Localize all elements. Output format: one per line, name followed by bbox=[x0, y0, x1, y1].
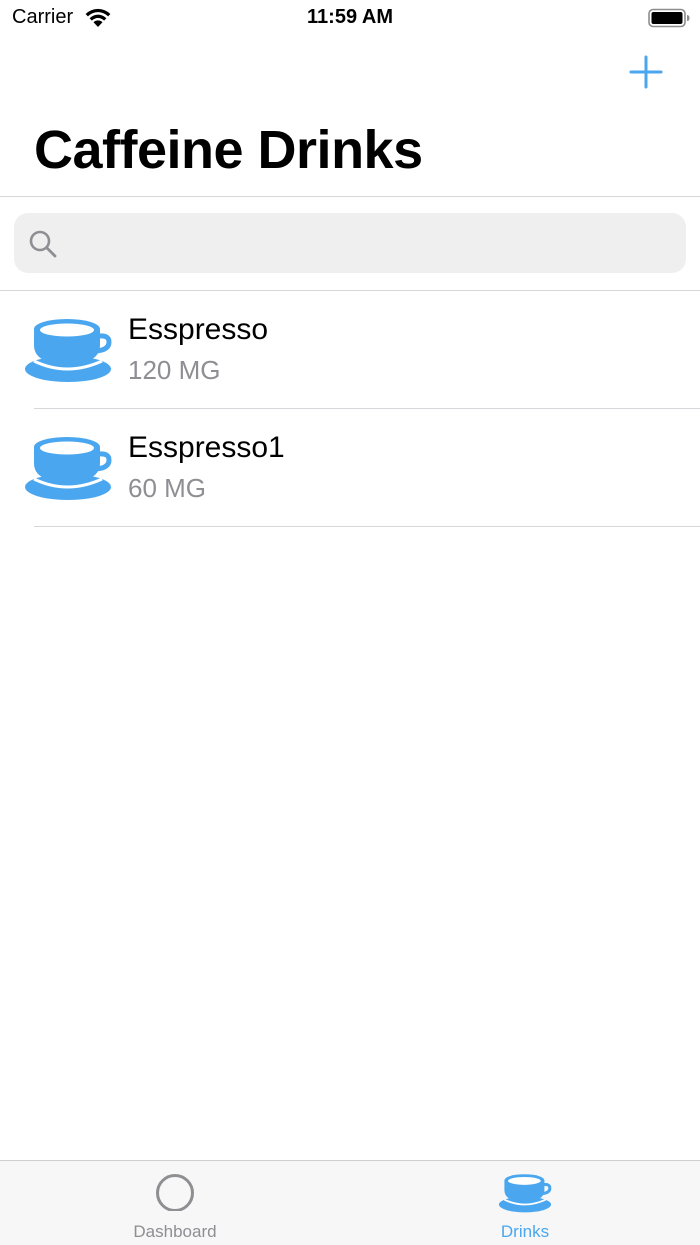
drink-name: Esspresso1 bbox=[128, 431, 285, 464]
header-divider bbox=[0, 196, 700, 197]
drink-name: Esspresso bbox=[128, 313, 269, 346]
tab-label: Drinks bbox=[500, 1222, 550, 1241]
search-bar[interactable] bbox=[14, 213, 686, 273]
tab-dashboard[interactable]: Dashboard bbox=[0, 1161, 350, 1245]
clock: 11:59 AM bbox=[307, 6, 393, 28]
coffee-cup-icon bbox=[25, 319, 112, 382]
row-divider bbox=[34, 526, 700, 527]
search-input[interactable] bbox=[70, 213, 670, 273]
coffee-cup-icon bbox=[25, 437, 112, 500]
circle-icon bbox=[156, 1174, 194, 1211]
plus-icon bbox=[629, 55, 663, 89]
drink-list: Esspresso 120 MG Esspresso1 60 MG bbox=[0, 291, 700, 527]
search-icon bbox=[29, 230, 57, 258]
add-drink-button[interactable] bbox=[620, 48, 672, 96]
drink-amount: 120 MG bbox=[128, 355, 221, 385]
list-item[interactable]: Esspresso1 60 MG bbox=[0, 409, 700, 527]
battery-icon bbox=[648, 8, 690, 28]
tab-drinks[interactable]: Drinks bbox=[350, 1161, 700, 1245]
tab-label: Dashboard bbox=[133, 1222, 217, 1241]
status-bar: Carrier 11:59 AM bbox=[0, 0, 700, 40]
tab-bar: Dashboard Drinks bbox=[0, 1160, 700, 1245]
drink-amount: 60 MG bbox=[128, 473, 207, 503]
page-title: Caffeine Drinks bbox=[34, 120, 423, 180]
list-item[interactable]: Esspresso 120 MG bbox=[0, 291, 700, 409]
coffee-cup-icon bbox=[498, 1174, 552, 1213]
